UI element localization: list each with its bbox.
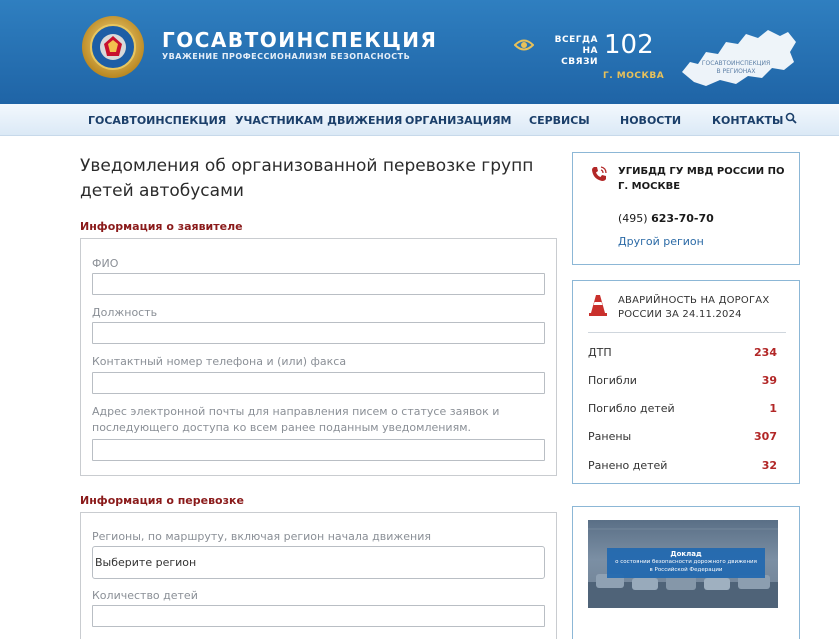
always-line2: НА СВЯЗИ [561,46,598,67]
city-selector[interactable]: Г. МОСКВА [603,71,664,81]
brand-title[interactable]: ГОСАВТОИНСПЕКЦИЯ [162,28,437,52]
stat-value-children-injured: 32 [761,459,777,472]
stat-label-injured: Ранены [588,430,632,443]
applicant-section-heading: Информация о заявителе [80,220,243,233]
email-input[interactable] [92,439,545,461]
stat-label-dtp: ДТП [588,346,612,359]
phone-fax-label: Контактный номер телефона и (или) факса [92,355,347,368]
children-count-input[interactable] [92,605,545,627]
report-line2: о состоянии безопасности дорожного движе… [615,559,757,565]
stat-value-killed: 39 [761,374,777,387]
stat-value-dtp: 234 [754,346,777,359]
nav-item-news[interactable]: НОВОСТИ [620,114,681,127]
brand-subtitle: УВАЖЕНИЕ ПРОФЕССИОНАЛИЗМ БЕЗОПАСНОСТЬ [162,52,411,61]
accidents-title: АВАРИЙНОСТЬ НА ДОРОГАХ РОССИИ ЗА 24.11.2… [618,295,770,320]
map-label-line1: ГОСАВТОИНСПЕКЦИЯ [701,60,771,67]
children-count-label: Количество детей [92,589,198,602]
map-label-line2: В РЕГИОНАХ [716,68,756,75]
gibdd-phone[interactable]: (495) 623-70-70 [618,212,714,225]
report-title: Доклад о состоянии безопасности дорожног… [607,550,765,574]
position-input[interactable] [92,322,545,344]
traffic-cone-icon [589,295,607,316]
stat-label-killed: Погибли [588,374,637,387]
gibdd-emblem-icon[interactable] [80,14,146,80]
regions-label: Регионы, по маршруту, включая регион нач… [92,530,432,543]
stat-value-injured: 307 [754,430,777,443]
phone-fax-input[interactable] [92,372,545,394]
search-icon[interactable] [785,112,797,124]
regions-map-label[interactable]: ГОСАВТОИНСПЕКЦИЯ В РЕГИОНАХ [696,60,776,76]
report-line3: в Российской Федерации [649,567,723,573]
nav-item-gosavtoinspekciya[interactable]: ГОСАВТОИНСПЕКЦИЯ [88,114,226,127]
stat-label-children-killed: Погибло детей [588,402,675,415]
page-title: Уведомления об организованной перевозке … [80,156,534,201]
road-safety-report-banner[interactable]: Доклад о состоянии безопасности дорожног… [588,520,778,608]
nav-item-traffic-participants[interactable]: УЧАСТНИКАМ ДВИЖЕНИЯ [235,114,402,127]
russia-map-icon[interactable] [676,22,800,92]
nav-item-services[interactable]: СЕРВИСЫ [529,114,590,127]
accidents-divider [588,332,786,333]
email-label: Адрес электронной почты для направления … [92,405,500,434]
report-line1: Доклад [670,550,702,558]
phone-icon [592,166,607,181]
position-label: Должность [92,306,158,319]
transport-section-heading: Информация о перевозке [80,494,244,507]
nav-item-contacts[interactable]: КОНТАКТЫ [712,114,783,127]
emergency-phone[interactable]: 102 [604,30,654,60]
always-on-line-label: ВСЕГДА НА СВЯЗИ [544,35,598,68]
fio-label: ФИО [92,257,119,270]
phone-code: (495) [618,212,648,225]
site-header: ГОСАВТОИНСПЕКЦИЯ УВАЖЕНИЕ ПРОФЕССИОНАЛИЗ… [0,0,839,104]
phone-number: 623-70-70 [651,212,714,225]
regions-select[interactable]: Выберите регион [92,546,545,579]
gibdd-department-title: УГИБДД ГУ МВД РОССИИ ПО Г. МОСКВЕ [618,166,785,192]
nav-item-organizations[interactable]: ОРГАНИЗАЦИЯМ [405,114,512,127]
stat-label-children-injured: Ранено детей [588,459,668,472]
always-line1: ВСЕГДА [554,35,598,45]
fio-input[interactable] [92,273,545,295]
other-region-link[interactable]: Другой регион [618,235,704,248]
stat-value-children-killed: 1 [769,402,777,415]
eye-icon [514,39,534,51]
main-nav: ГОСАВТОИНСПЕКЦИЯ УЧАСТНИКАМ ДВИЖЕНИЯ ОРГ… [0,104,839,136]
